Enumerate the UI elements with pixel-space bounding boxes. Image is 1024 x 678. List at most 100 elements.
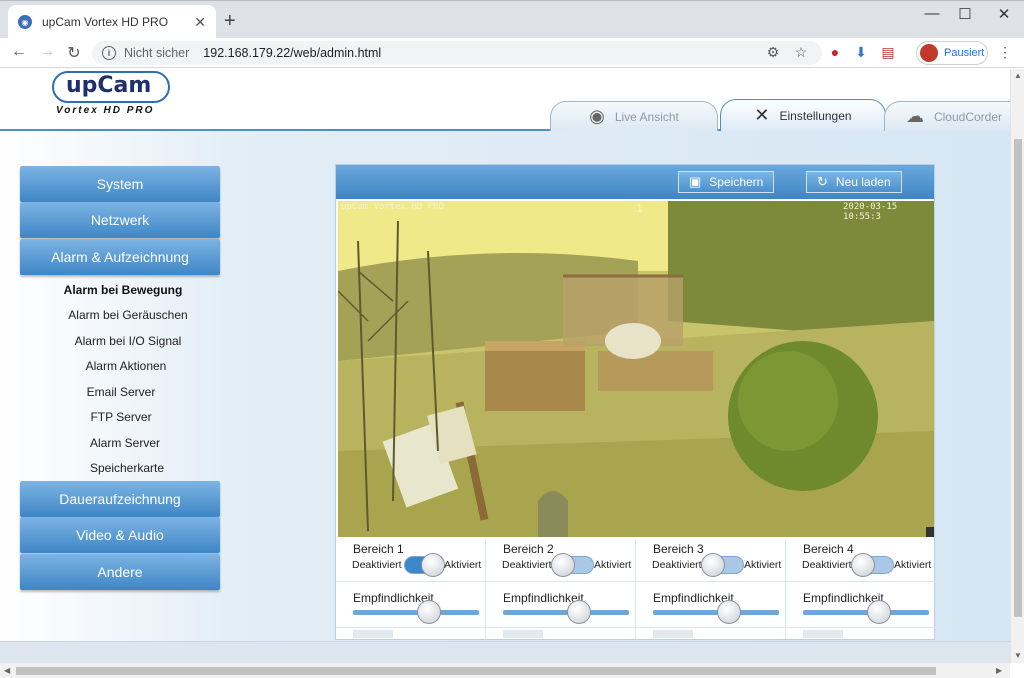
sensitivity-track[interactable] bbox=[503, 610, 629, 615]
toggle-knob[interactable] bbox=[551, 553, 575, 577]
new-tab-button[interactable]: + bbox=[224, 10, 236, 33]
divider bbox=[786, 581, 936, 582]
browser-tab[interactable]: ◉ upCam Vortex HD PRO ✕ bbox=[8, 5, 216, 39]
nav-system[interactable]: System bbox=[20, 166, 220, 202]
scroll-left-arrow-icon[interactable]: ◀ bbox=[4, 666, 10, 675]
area-extra-field[interactable] bbox=[653, 630, 693, 638]
area-extra-field[interactable] bbox=[353, 630, 393, 638]
page-header: upCam Vortex HD PRO ◉ Live Ansicht ✕ Ein… bbox=[0, 69, 1010, 131]
sensitivity-slider-handle[interactable] bbox=[416, 600, 441, 624]
window-bottom-strip bbox=[0, 641, 1010, 662]
nav-alarm-aufzeichnung[interactable]: Alarm & Aufzeichnung bbox=[20, 239, 220, 275]
area-off-label: Deaktiviert bbox=[502, 559, 552, 571]
tab-cloudcorder[interactable]: ☁ CloudCorder bbox=[884, 101, 1010, 131]
nav-alarm-aktionen[interactable]: Alarm Aktionen bbox=[8, 359, 244, 373]
browser-toolbar: ← → ↻ i Nicht sicher 192.168.179.22/web/… bbox=[0, 38, 1024, 68]
vertical-scrollbar[interactable]: ▲ ▼ bbox=[1010, 69, 1024, 663]
area-2-toggle[interactable] bbox=[551, 553, 594, 577]
area-3-toggle[interactable] bbox=[701, 553, 744, 577]
area-title: Bereich 3 bbox=[653, 542, 704, 556]
sensitivity-slider-handle[interactable] bbox=[716, 600, 741, 624]
minimize-button[interactable]: — bbox=[917, 5, 947, 22]
area-2: Bereich 2 Deaktiviert Aktiviert Empfindl… bbox=[486, 539, 636, 639]
url-text: 192.168.179.22/web/admin.html bbox=[203, 46, 382, 60]
refresh-icon: ↻ bbox=[817, 174, 828, 189]
toggle-knob[interactable] bbox=[851, 553, 875, 577]
osd-timestamp: 2020-03-15 10:55:3 bbox=[843, 202, 898, 222]
reload-icon[interactable]: ↻ bbox=[64, 43, 84, 63]
sensitivity-slider-handle[interactable] bbox=[566, 600, 591, 624]
nav-netzwerk[interactable]: Netzwerk bbox=[20, 202, 220, 238]
area-1-toggle[interactable] bbox=[404, 553, 445, 577]
back-arrow-icon[interactable]: ← bbox=[9, 43, 29, 61]
toggle-knob[interactable] bbox=[421, 553, 445, 577]
area-on-label: Aktiviert bbox=[744, 559, 782, 571]
scroll-down-arrow-icon[interactable]: ▼ bbox=[1014, 651, 1022, 660]
window-close-button[interactable]: ✕ bbox=[989, 5, 1019, 23]
eye-icon: ◉ bbox=[589, 106, 605, 126]
save-label: Speichern bbox=[709, 175, 764, 189]
sensitivity-track[interactable] bbox=[353, 610, 479, 615]
horizontal-scrollbar[interactable]: ◀ ▶ bbox=[0, 662, 1010, 678]
scroll-up-arrow-icon[interactable]: ▲ bbox=[1014, 71, 1022, 80]
nav-andere[interactable]: Andere bbox=[20, 554, 220, 590]
osd-channel: 1 bbox=[636, 202, 643, 215]
area-off-label: Deaktiviert bbox=[802, 559, 852, 571]
divider bbox=[336, 581, 486, 582]
profile-button[interactable]: Pausiert bbox=[916, 41, 988, 65]
tab-label: CloudCorder bbox=[933, 109, 1003, 124]
blocked-plugin-icon[interactable]: ⚙ bbox=[764, 44, 782, 61]
info-icon[interactable]: i bbox=[102, 46, 116, 60]
tab-close-icon[interactable]: ✕ bbox=[194, 14, 206, 31]
tab-einstellungen[interactable]: ✕ Einstellungen bbox=[720, 99, 886, 131]
area-4-toggle[interactable] bbox=[851, 553, 894, 577]
menu-dots-icon[interactable]: ⋮ bbox=[996, 44, 1014, 61]
area-extra-field[interactable] bbox=[803, 630, 843, 638]
scroll-right-arrow-icon[interactable]: ▶ bbox=[996, 666, 1002, 675]
nav-email-server[interactable]: Email Server bbox=[3, 385, 239, 399]
nav-alarm-bei-geraeuschen[interactable]: Alarm bei Geräuschen bbox=[10, 308, 246, 322]
tab-label: Einstellungen bbox=[779, 108, 852, 123]
divider bbox=[636, 627, 786, 628]
area-1: Bereich 1 Deaktiviert Aktiviert Empfindl… bbox=[336, 539, 486, 639]
nav-alarm-server[interactable]: Alarm Server bbox=[7, 436, 243, 450]
pdf-icon[interactable]: ▤ bbox=[879, 44, 897, 61]
sensitivity-track[interactable] bbox=[803, 610, 929, 615]
address-bar[interactable]: i Nicht sicher 192.168.179.22/web/admin.… bbox=[92, 41, 822, 65]
maximize-button[interactable]: ☐ bbox=[950, 5, 980, 23]
horizontal-scroll-thumb[interactable] bbox=[16, 667, 936, 675]
nav-alarm-io-signal[interactable]: Alarm bei I/O Signal bbox=[10, 334, 246, 348]
nav-video-audio[interactable]: Video & Audio bbox=[20, 517, 220, 553]
nav-daueraufzeichnung[interactable]: Daueraufzeichnung bbox=[20, 481, 220, 517]
area-off-label: Deaktiviert bbox=[652, 559, 702, 571]
divider bbox=[486, 627, 636, 628]
forward-arrow-icon[interactable]: → bbox=[37, 43, 57, 61]
divider bbox=[486, 581, 636, 582]
area-extra-field[interactable] bbox=[503, 630, 543, 638]
sensitivity-slider-handle[interactable] bbox=[866, 600, 891, 624]
camera-image[interactable]: upCam Vortex HD PRO 1 2020-03-15 10:55:3 bbox=[338, 201, 934, 537]
save-button[interactable]: ▣ Speichern bbox=[678, 171, 775, 193]
osd-camera-name: upCam Vortex HD PRO bbox=[341, 202, 444, 212]
nav-alarm-bei-bewegung[interactable]: Alarm bei Bewegung bbox=[5, 283, 241, 297]
vertical-scroll-thumb[interactable] bbox=[1014, 139, 1022, 617]
tab-label: Live Ansicht bbox=[614, 109, 679, 124]
nav-ftp-server[interactable]: FTP Server bbox=[3, 410, 239, 424]
pinterest-icon[interactable]: ● bbox=[826, 44, 844, 60]
bookmark-star-icon[interactable]: ☆ bbox=[792, 44, 810, 61]
area-on-label: Aktiviert bbox=[894, 559, 932, 571]
reload-button[interactable]: ↻ Neu laden bbox=[806, 171, 902, 193]
toggle-knob[interactable] bbox=[701, 553, 725, 577]
sensitivity-track[interactable] bbox=[653, 610, 779, 615]
tab-live-ansicht[interactable]: ◉ Live Ansicht bbox=[550, 101, 718, 131]
panel-toolbar: ▣ Speichern ↻ Neu laden bbox=[336, 165, 934, 199]
download-icon[interactable]: ⬇ bbox=[852, 44, 870, 61]
divider bbox=[636, 581, 786, 582]
motion-alarm-panel: ▣ Speichern ↻ Neu laden upCam Vortex HD … bbox=[335, 164, 936, 640]
upcam-favicon-icon: ◉ bbox=[18, 15, 32, 29]
divider bbox=[336, 627, 486, 628]
area-title: Bereich 4 bbox=[803, 542, 854, 556]
logo-name: upCam bbox=[66, 73, 152, 98]
reload-label: Neu laden bbox=[835, 175, 891, 189]
nav-speicherkarte[interactable]: Speicherkarte bbox=[9, 461, 245, 475]
